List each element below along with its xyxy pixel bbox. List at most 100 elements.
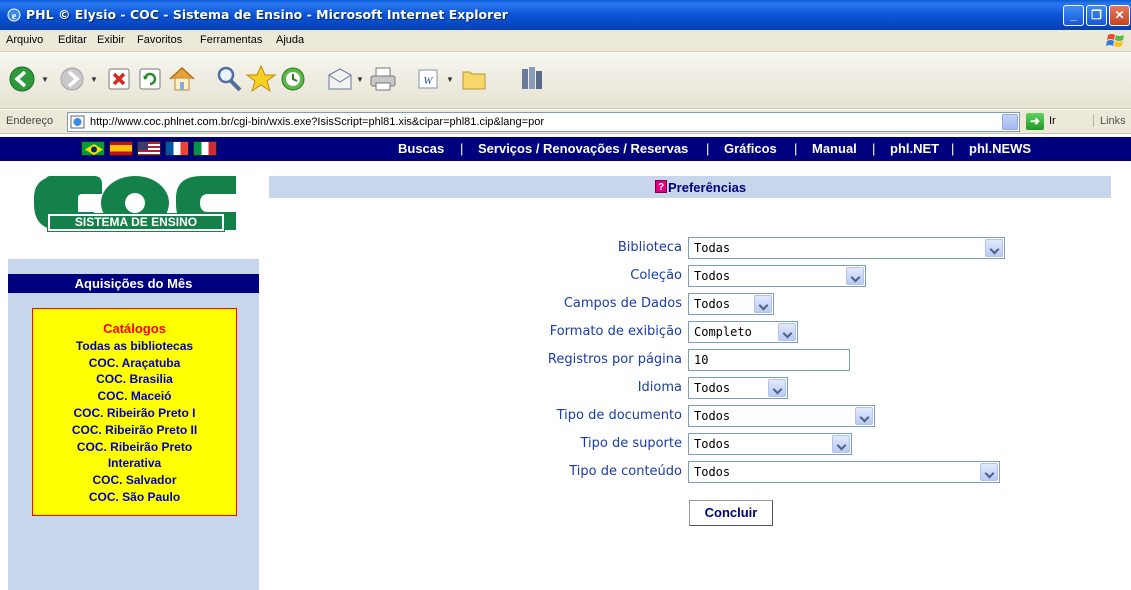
word-dropdown-icon[interactable]: ▼ (446, 75, 454, 84)
preferences-title: Preferências (668, 180, 747, 195)
close-icon[interactable]: ✕ (1109, 5, 1130, 26)
links-button[interactable]: Links (1093, 115, 1126, 127)
ie-icon: e (7, 8, 21, 22)
input-value: 10 (694, 353, 709, 367)
label-registros-por-pagina: Registros por página (547, 352, 682, 367)
refresh-icon[interactable] (134, 63, 166, 95)
catalog-item[interactable]: Todas as bibliotecas (33, 338, 236, 355)
go-arrow-icon[interactable]: ➜ (1026, 113, 1044, 130)
label-colecao: Coleção (630, 268, 682, 283)
nav-phlnet[interactable]: phl.NET (890, 141, 939, 156)
catalog-item[interactable]: COC. Ribeirão Preto I (33, 405, 236, 422)
word-icon[interactable]: W (412, 63, 444, 95)
svg-text:e: e (12, 11, 17, 22)
chevron-down-icon[interactable] (754, 295, 772, 313)
nav-separator: | (951, 141, 955, 156)
nav-servicos[interactable]: Serviços / Renovações / Reservas (478, 141, 688, 156)
research-icon[interactable] (516, 63, 548, 95)
back-icon[interactable] (6, 63, 38, 95)
flag-spain-icon[interactable] (109, 141, 133, 156)
nav-separator: | (706, 141, 710, 156)
go-button[interactable]: Ir (1049, 115, 1056, 127)
menu-item-favoritos[interactable]: Favoritos (137, 34, 182, 46)
catalog-item[interactable]: Interativa (33, 455, 236, 472)
catalog-item[interactable]: COC. Brasilia (33, 371, 236, 388)
mail-dropdown-icon[interactable]: ▼ (356, 75, 364, 84)
chevron-down-icon[interactable] (855, 407, 873, 425)
address-url: http://www.coc.phlnet.com.br/cgi-bin/wxi… (90, 116, 544, 128)
mail-icon[interactable] (324, 63, 356, 95)
nav-separator: | (794, 141, 798, 156)
select-value: Todas (694, 241, 731, 255)
menu-bar: Arquivo Editar Exibir Favoritos Ferramen… (0, 30, 1131, 52)
restore-icon[interactable]: ❐ (1086, 5, 1107, 26)
flag-france-icon[interactable] (165, 141, 189, 156)
select-campos-de-dados[interactable]: Todos (688, 293, 774, 315)
window-titlebar: e PHL © Elysio - COC - Sistema de Ensino… (0, 0, 1131, 30)
address-input[interactable]: http://www.coc.phlnet.com.br/cgi-bin/wxi… (67, 112, 1020, 132)
select-value: Todos (694, 381, 731, 395)
browser-toolbar: ▼ ▼ ▼ W ▼ (0, 53, 1131, 109)
catalog-item[interactable]: COC. Araçatuba (33, 355, 236, 372)
nav-manual[interactable]: Manual (812, 141, 857, 156)
forward-dropdown-icon[interactable]: ▼ (90, 75, 98, 84)
chevron-down-icon[interactable] (832, 435, 850, 453)
select-tipo-de-documento[interactable]: Todos (688, 405, 875, 427)
catalog-item[interactable]: COC. São Paulo (33, 489, 236, 506)
site-nav: Buscas | Serviços / Renovações / Reserva… (0, 137, 1131, 161)
select-tipo-de-conteudo[interactable]: Todos (688, 461, 1000, 483)
address-bar: Endereço http://www.coc.phlnet.com.br/cg… (0, 110, 1131, 134)
nav-separator: | (460, 141, 464, 156)
nav-graficos[interactable]: Gráficos (724, 141, 777, 156)
home-icon[interactable] (166, 63, 198, 95)
menu-item-exibir[interactable]: Exibir (97, 34, 125, 46)
catalog-item[interactable]: COC. Salvador (33, 472, 236, 489)
favorites-icon[interactable] (245, 63, 277, 95)
chevron-down-icon[interactable] (768, 379, 786, 397)
stop-icon[interactable] (103, 63, 135, 95)
label-formato-de-exibicao: Formato de exibição (549, 324, 682, 339)
flag-usa-icon[interactable] (137, 141, 161, 156)
select-colecao[interactable]: Todos (688, 265, 866, 287)
forward-icon[interactable] (56, 63, 88, 95)
select-value: Todos (694, 465, 731, 479)
chevron-down-icon[interactable] (985, 239, 1003, 257)
nav-buscas[interactable]: Buscas (398, 141, 444, 156)
logo-subtitle: SISTEMA DE ENSINO (47, 213, 225, 232)
select-idioma[interactable]: Todos (688, 377, 788, 399)
select-tipo-de-suporte[interactable]: Todos (688, 433, 852, 455)
flag-brazil-icon[interactable] (81, 141, 105, 156)
input-registros-por-pagina[interactable]: 10 (688, 349, 850, 371)
catalog-heading[interactable]: Catálogos (33, 321, 236, 338)
catalog-item[interactable]: COC. Ribeirão Preto II (33, 422, 236, 439)
label-campos-de-dados: Campos de Dados (563, 296, 682, 311)
minimize-icon[interactable]: _ (1063, 5, 1084, 26)
chevron-down-icon[interactable] (846, 267, 864, 285)
print-icon[interactable] (367, 63, 399, 95)
address-dropdown-icon[interactable] (1002, 114, 1018, 130)
chevron-down-icon[interactable] (980, 463, 998, 481)
acquisitions-title[interactable]: Aquisições do Mês (8, 274, 259, 293)
search-icon[interactable] (213, 63, 245, 95)
select-biblioteca[interactable]: Todas (688, 237, 1005, 259)
chevron-down-icon[interactable] (778, 323, 796, 341)
menu-item-ajuda[interactable]: Ajuda (276, 34, 304, 46)
catalog-box: Catálogos Todas as bibliotecas COC. Araç… (32, 308, 237, 516)
help-icon: ? (655, 180, 667, 193)
flag-italy-icon[interactable] (193, 141, 217, 156)
catalog-item[interactable]: COC. Ribeirão Preto (33, 439, 236, 456)
menu-item-editar[interactable]: Editar (58, 34, 87, 46)
label-tipo-de-conteudo: Tipo de conteúdo (569, 464, 682, 479)
label-biblioteca: Biblioteca (617, 240, 682, 255)
preferences-header: ? Preferências (269, 176, 1111, 198)
menu-item-ferramentas[interactable]: Ferramentas (200, 34, 262, 46)
nav-phlnews[interactable]: phl.NEWS (969, 141, 1031, 156)
history-icon[interactable] (277, 63, 309, 95)
select-value: Completo (694, 325, 752, 339)
menu-item-arquivo[interactable]: Arquivo (6, 34, 43, 46)
back-dropdown-icon[interactable]: ▼ (41, 75, 49, 84)
folder-icon[interactable] (458, 63, 490, 95)
concluir-button[interactable]: Concluir (689, 500, 773, 526)
catalog-item[interactable]: COC. Maceió (33, 388, 236, 405)
select-formato-de-exibicao[interactable]: Completo (688, 321, 798, 343)
